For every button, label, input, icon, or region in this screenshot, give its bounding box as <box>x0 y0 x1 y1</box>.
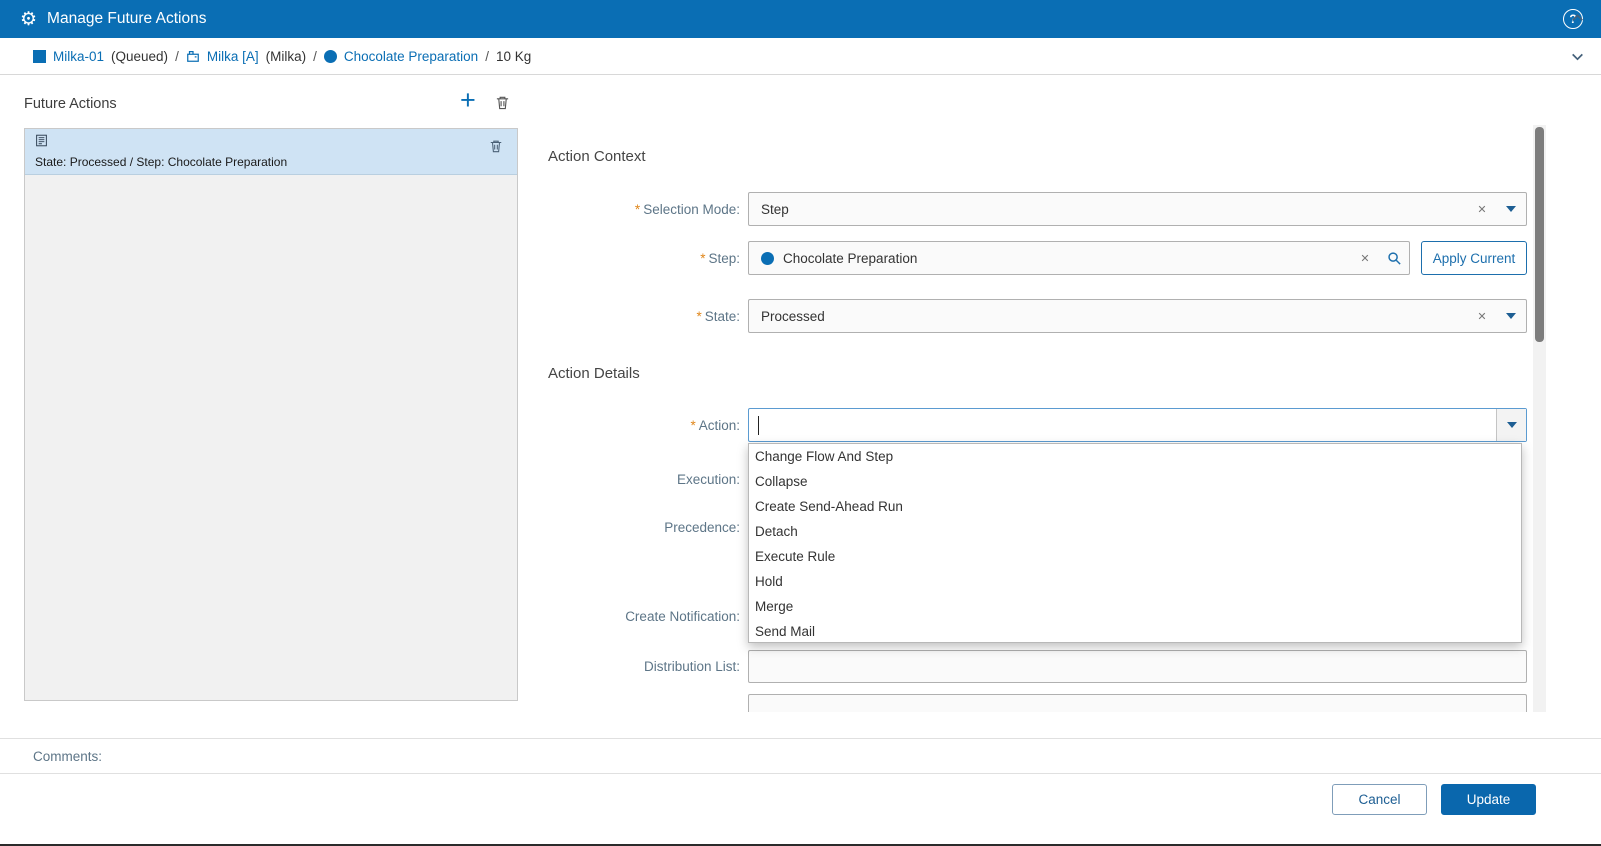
breadcrumb-step-link[interactable]: Chocolate Preparation <box>344 49 478 64</box>
update-button[interactable]: Update <box>1441 784 1536 815</box>
state-combobox[interactable]: Processed ✕ <box>748 299 1527 333</box>
section-action-context: Action Context <box>548 148 646 165</box>
execution-label: Execution: <box>500 472 740 487</box>
list-item[interactable]: State: Processed / Step: Chocolate Prepa… <box>25 129 517 175</box>
breadcrumb: Milka-01 (Queued) / Milka [A] (Milka) / … <box>0 38 1601 75</box>
future-actions-list: State: Processed / Step: Chocolate Prepa… <box>24 128 518 701</box>
required-marker: * <box>690 418 695 433</box>
selection-mode-label: *Selection Mode: <box>500 202 740 217</box>
gear-icon: ⚙ <box>20 10 37 29</box>
step-label: *Step: <box>500 251 740 266</box>
step-combobox[interactable]: Chocolate Preparation ✕ <box>748 241 1410 275</box>
breadcrumb-material-link[interactable]: Milka [A] <box>207 49 259 64</box>
distribution-list-label: Distribution List: <box>500 659 740 674</box>
delete-item-icon[interactable] <box>489 139 503 153</box>
page-title: Manage Future Actions <box>47 10 206 28</box>
step-value: Chocolate Preparation <box>783 251 1351 266</box>
action-dropdown-panel: Change Flow And Step Collapse Create Sen… <box>748 443 1522 643</box>
comments-label: Comments: <box>33 749 102 764</box>
list-item-label: State: Processed / Step: Chocolate Prepa… <box>35 155 287 169</box>
text-cursor <box>758 416 759 435</box>
material-icon <box>186 49 200 63</box>
lot-status-icon <box>33 50 46 63</box>
breadcrumb-material-name: (Milka) <box>266 49 307 64</box>
dropdown-arrow-icon[interactable] <box>1496 409 1526 441</box>
dropdown-option[interactable]: Collapse <box>749 469 1521 494</box>
step-status-icon <box>761 252 774 265</box>
future-actions-title: Future Actions <box>24 96 117 112</box>
precedence-label: Precedence: <box>500 520 740 535</box>
breadcrumb-quantity: 10 Kg <box>496 49 531 64</box>
dropdown-arrow-icon[interactable] <box>1496 193 1526 225</box>
dropdown-option[interactable]: Execute Rule <box>749 544 1521 569</box>
create-notification-label: Create Notification: <box>500 609 740 624</box>
dropdown-option[interactable]: Detach <box>749 519 1521 544</box>
dropdown-option[interactable]: Merge <box>749 594 1521 619</box>
section-action-details: Action Details <box>548 365 640 382</box>
app-header: ⚙ Manage Future Actions ? <box>0 0 1601 38</box>
dropdown-arrow-icon[interactable] <box>1496 300 1526 332</box>
dropdown-option[interactable]: Change Flow And Step <box>749 444 1521 469</box>
dropdown-option[interactable]: Send Mail <box>749 619 1521 643</box>
distribution-list-input[interactable] <box>748 650 1527 683</box>
comments-section-header[interactable]: Comments: <box>0 738 1601 774</box>
state-label: *State: <box>500 309 740 324</box>
state-value: Processed <box>749 309 1468 324</box>
clear-icon[interactable]: ✕ <box>1468 310 1496 323</box>
chevron-up-icon[interactable] <box>1570 10 1585 25</box>
breadcrumb-lot-link[interactable]: Milka-01 <box>53 49 104 64</box>
chevron-down-icon[interactable] <box>1570 49 1585 64</box>
clear-icon[interactable]: ✕ <box>1468 203 1496 216</box>
add-action-button[interactable]: + <box>460 87 476 114</box>
breadcrumb-separator: / <box>313 49 317 64</box>
clipped-field <box>748 694 1527 712</box>
action-document-icon <box>35 134 48 147</box>
required-marker: * <box>696 309 701 324</box>
required-marker: * <box>635 202 640 217</box>
clear-icon[interactable]: ✕ <box>1351 252 1379 265</box>
cancel-button[interactable]: Cancel <box>1332 784 1427 815</box>
breadcrumb-separator: / <box>485 49 489 64</box>
action-label: *Action: <box>500 418 740 433</box>
breadcrumb-separator: / <box>175 49 179 64</box>
dropdown-option[interactable]: Hold <box>749 569 1521 594</box>
step-status-icon <box>324 50 337 63</box>
dropdown-option[interactable]: Create Send-Ahead Run <box>749 494 1521 519</box>
selection-mode-combobox[interactable]: Step ✕ <box>748 192 1527 226</box>
apply-current-button[interactable]: Apply Current <box>1421 241 1527 275</box>
scrollbar-thumb[interactable] <box>1535 127 1544 342</box>
delete-actions-icon[interactable] <box>495 95 510 110</box>
search-icon[interactable] <box>1379 251 1409 266</box>
selection-mode-value: Step <box>749 202 1468 217</box>
breadcrumb-lot-status: (Queued) <box>111 49 168 64</box>
required-marker: * <box>700 251 705 266</box>
action-combobox[interactable] <box>748 408 1527 442</box>
